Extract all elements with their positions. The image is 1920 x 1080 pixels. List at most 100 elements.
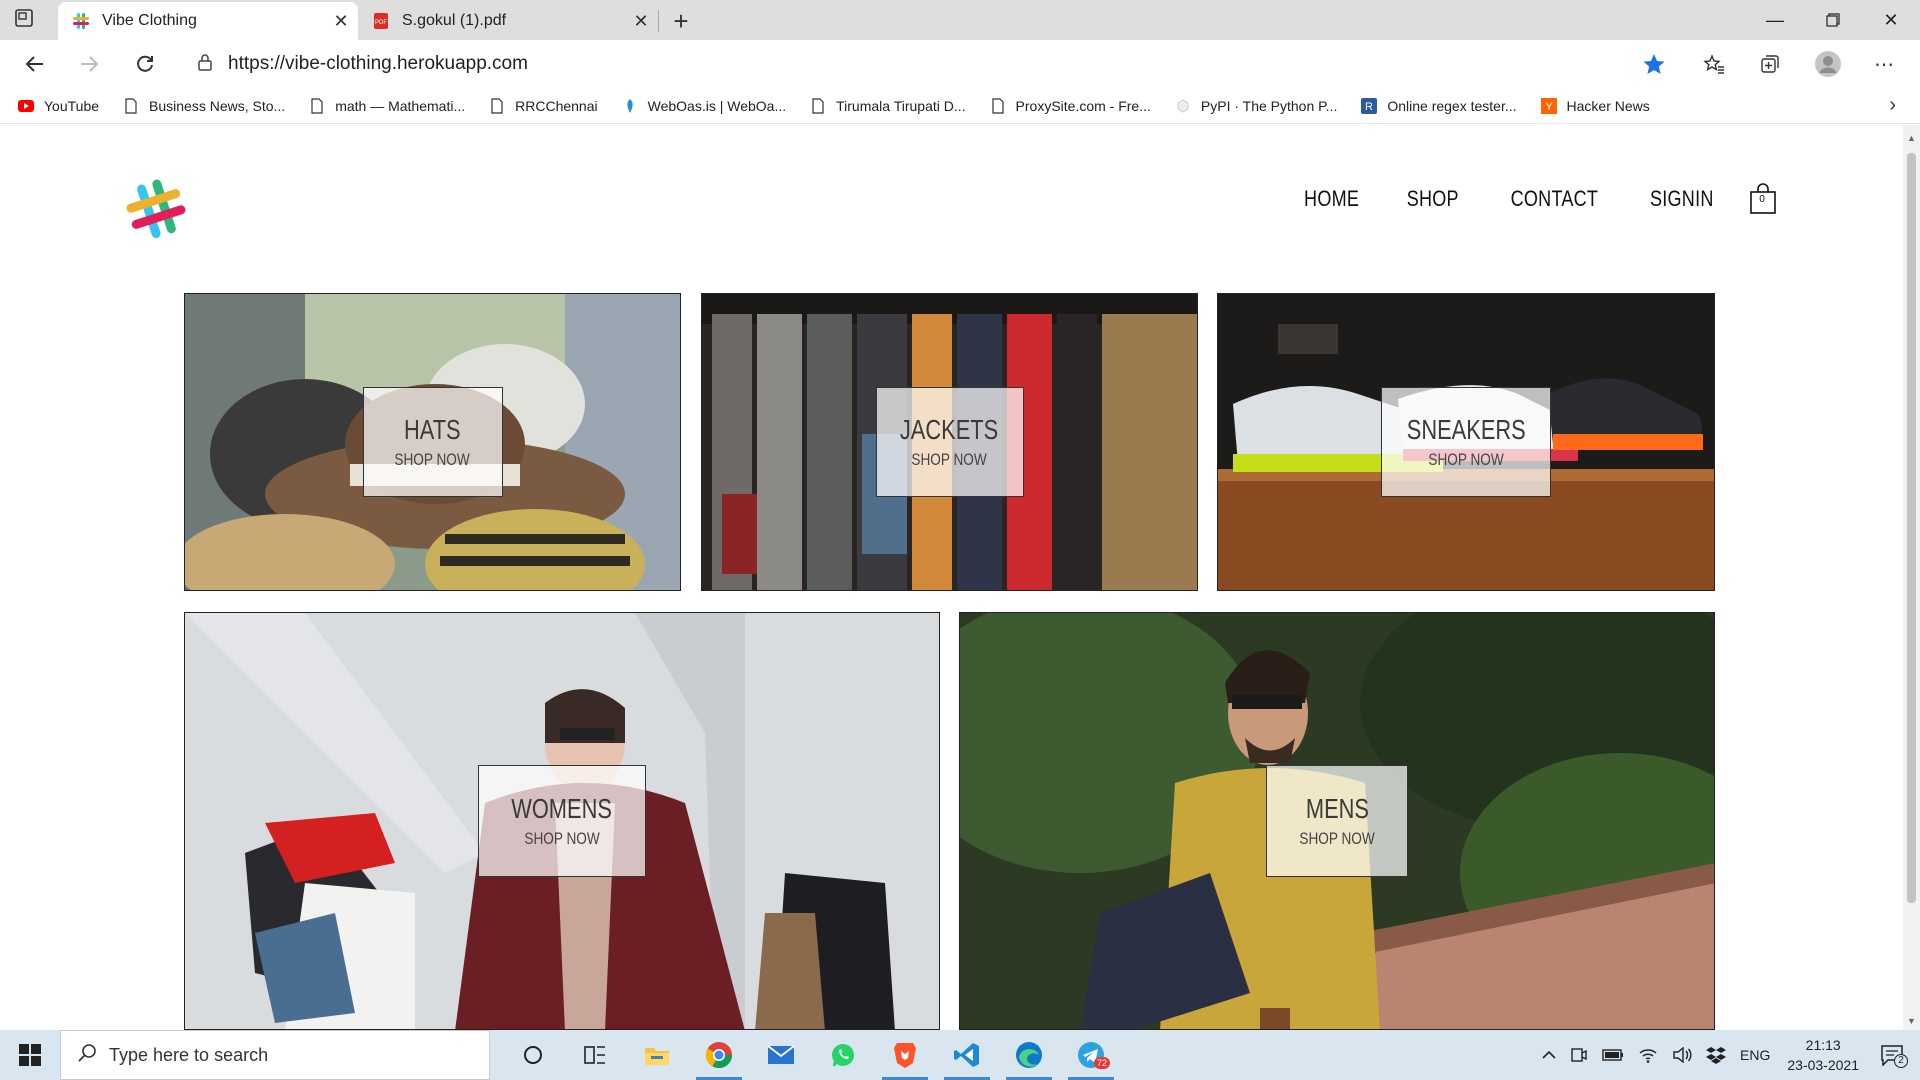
nav-shop-link[interactable]: SHOP xyxy=(1407,186,1459,212)
scrollbar-thumb[interactable] xyxy=(1907,153,1916,903)
edge-icon[interactable] xyxy=(998,1030,1060,1080)
close-tab-icon[interactable]: ✕ xyxy=(324,11,358,32)
tab-actions-icon[interactable] xyxy=(14,8,38,32)
category-tile-mens[interactable]: MENS SHOP NOW xyxy=(959,612,1715,1030)
category-tile-sneakers[interactable]: SNEAKERS SHOP NOW xyxy=(1217,293,1715,591)
shop-now-link[interactable]: SHOP NOW xyxy=(1428,449,1503,471)
search-icon xyxy=(77,1043,97,1068)
category-name: JACKETS xyxy=(900,414,999,445)
address-bar[interactable]: https://vibe-clothing.herokuapp.com xyxy=(180,46,1680,82)
minimize-icon[interactable]: — xyxy=(1746,0,1804,40)
cart-count: 0 xyxy=(1759,194,1765,205)
clock[interactable]: 21:13 23-03-2021 xyxy=(1787,1035,1859,1075)
tab-strip: Vibe Clothing ✕ PDF S.gokul (1).pdf ✕ + … xyxy=(0,0,1920,40)
pdf-icon: PDF xyxy=(372,12,390,30)
bookmark-proxysite[interactable]: ProxySite.com - Fre... xyxy=(990,98,1151,114)
category-label[interactable]: MENS SHOP NOW xyxy=(1266,765,1408,877)
pypi-icon xyxy=(1175,98,1191,114)
settings-more-icon[interactable]: ⋯ xyxy=(1868,50,1900,78)
page-scrollbar[interactable]: ▲ ▼ xyxy=(1903,125,1920,1030)
show-hidden-icons-chevron-icon[interactable] xyxy=(1542,1050,1556,1060)
new-tab-icon[interactable]: + xyxy=(666,6,696,37)
telegram-icon[interactable]: 72 xyxy=(1060,1030,1122,1080)
category-label[interactable]: HATS SHOP NOW xyxy=(362,387,503,497)
bookmark-hacker-news[interactable]: Y Hacker News xyxy=(1540,97,1650,114)
tab-pdf[interactable]: PDF S.gokul (1).pdf ✕ xyxy=(358,2,658,40)
profile-avatar-icon[interactable] xyxy=(1812,50,1844,78)
bookmark-pypi[interactable]: PyPI · The Python P... xyxy=(1175,98,1337,114)
bookmark-regex[interactable]: R Online regex tester... xyxy=(1361,97,1517,114)
site-nav: HOME SHOP CONTACT SIGNIN 0 xyxy=(1262,183,1777,215)
scroll-up-icon[interactable]: ▲ xyxy=(1907,133,1916,143)
dropbox-icon[interactable] xyxy=(1706,1046,1727,1064)
mail-icon[interactable] xyxy=(750,1030,812,1080)
restore-icon[interactable] xyxy=(1804,0,1862,40)
bookmark-tirumala[interactable]: Tirumala Tirupati D... xyxy=(810,97,966,114)
url-text: https://vibe-clothing.herokuapp.com xyxy=(228,53,528,74)
wifi-icon[interactable] xyxy=(1638,1047,1658,1063)
svg-text:R: R xyxy=(1365,101,1373,113)
bookmark-label: math — Mathemati... xyxy=(335,97,466,114)
category-tile-womens[interactable]: WOMENS SHOP NOW xyxy=(184,612,940,1030)
battery-icon[interactable] xyxy=(1602,1048,1624,1062)
taskbar-search-box[interactable]: Type here to search xyxy=(60,1030,490,1080)
bookmark-business-news[interactable]: Business News, Sto... xyxy=(123,98,285,114)
shop-now-link[interactable]: SHOP NOW xyxy=(1299,828,1374,850)
close-window-icon[interactable]: ✕ xyxy=(1862,0,1920,40)
bookmark-label: Online regex tester... xyxy=(1387,97,1517,114)
lock-icon[interactable] xyxy=(198,53,212,76)
bookmark-youtube[interactable]: YouTube xyxy=(18,98,99,114)
nav-home-link[interactable]: HOME xyxy=(1304,186,1359,212)
favorite-star-icon[interactable] xyxy=(1642,52,1666,81)
category-label[interactable]: JACKETS SHOP NOW xyxy=(875,387,1024,497)
nav-signin-link[interactable]: SIGNIN xyxy=(1650,186,1714,212)
whatsapp-icon[interactable] xyxy=(812,1030,874,1080)
page-viewport: HOME SHOP CONTACT SIGNIN 0 HATS SHOP NOW… xyxy=(0,125,1903,1030)
windows-taskbar: Type here to search 72 ENG 21:13 23-03-2… xyxy=(0,1030,1920,1080)
task-view-icon[interactable] xyxy=(564,1030,626,1080)
file-explorer-icon[interactable] xyxy=(626,1030,688,1080)
bookmark-weboasis[interactable]: WebOas.is | WebOa... xyxy=(622,98,786,114)
notifications-icon[interactable]: 2 xyxy=(1880,1044,1908,1068)
page-icon xyxy=(489,97,505,114)
shop-now-link[interactable]: SHOP NOW xyxy=(524,828,599,850)
collections-icon[interactable] xyxy=(1754,50,1786,78)
category-label[interactable]: WOMENS SHOP NOW xyxy=(478,765,646,877)
shop-now-link[interactable]: SHOP NOW xyxy=(912,449,987,471)
more-bookmarks-chevron-icon[interactable]: › xyxy=(1889,94,1896,117)
category-tile-hats[interactable]: HATS SHOP NOW xyxy=(184,293,681,591)
volume-icon[interactable] xyxy=(1672,1047,1692,1063)
meet-now-icon[interactable] xyxy=(1570,1046,1588,1064)
scroll-down-icon[interactable]: ▼ xyxy=(1907,1016,1916,1026)
svg-text:Y: Y xyxy=(1545,101,1553,113)
cortana-icon[interactable] xyxy=(502,1030,564,1080)
close-tab-icon[interactable]: ✕ xyxy=(624,11,658,32)
refresh-icon[interactable] xyxy=(128,48,162,80)
site-logo[interactable] xyxy=(124,177,188,241)
category-name: MENS xyxy=(1305,793,1369,824)
category-name: SNEAKERS xyxy=(1406,414,1526,445)
favorites-icon[interactable] xyxy=(1698,50,1730,78)
forward-icon[interactable] xyxy=(72,48,106,80)
language-indicator[interactable]: ENG xyxy=(1740,1047,1770,1063)
shop-now-link[interactable]: SHOP NOW xyxy=(395,449,470,471)
page-icon xyxy=(810,97,826,114)
chrome-icon[interactable] xyxy=(688,1030,750,1080)
page-icon xyxy=(309,97,325,114)
tab-title: Vibe Clothing xyxy=(102,12,197,29)
bookmark-math[interactable]: math — Mathemati... xyxy=(309,98,465,114)
nav-contact-link[interactable]: CONTACT xyxy=(1510,186,1598,212)
brave-icon[interactable] xyxy=(874,1030,936,1080)
back-icon[interactable] xyxy=(18,48,52,80)
category-tile-jackets[interactable]: JACKETS SHOP NOW xyxy=(701,293,1198,591)
bookmark-rrcchennai[interactable]: RRCChennai xyxy=(489,97,598,114)
category-label[interactable]: SNEAKERS SHOP NOW xyxy=(1381,387,1551,497)
bookmark-label: Hacker News xyxy=(1566,97,1650,114)
shopping-bag-icon[interactable]: 0 xyxy=(1749,183,1777,215)
notification-count: 2 xyxy=(1894,1054,1908,1068)
bookmark-label: Tirumala Tirupati D... xyxy=(836,97,966,114)
vscode-icon[interactable] xyxy=(936,1030,998,1080)
tab-vibe-clothing[interactable]: Vibe Clothing ✕ xyxy=(58,2,358,40)
windows-start-icon[interactable] xyxy=(0,1030,60,1080)
page-icon xyxy=(123,97,139,114)
